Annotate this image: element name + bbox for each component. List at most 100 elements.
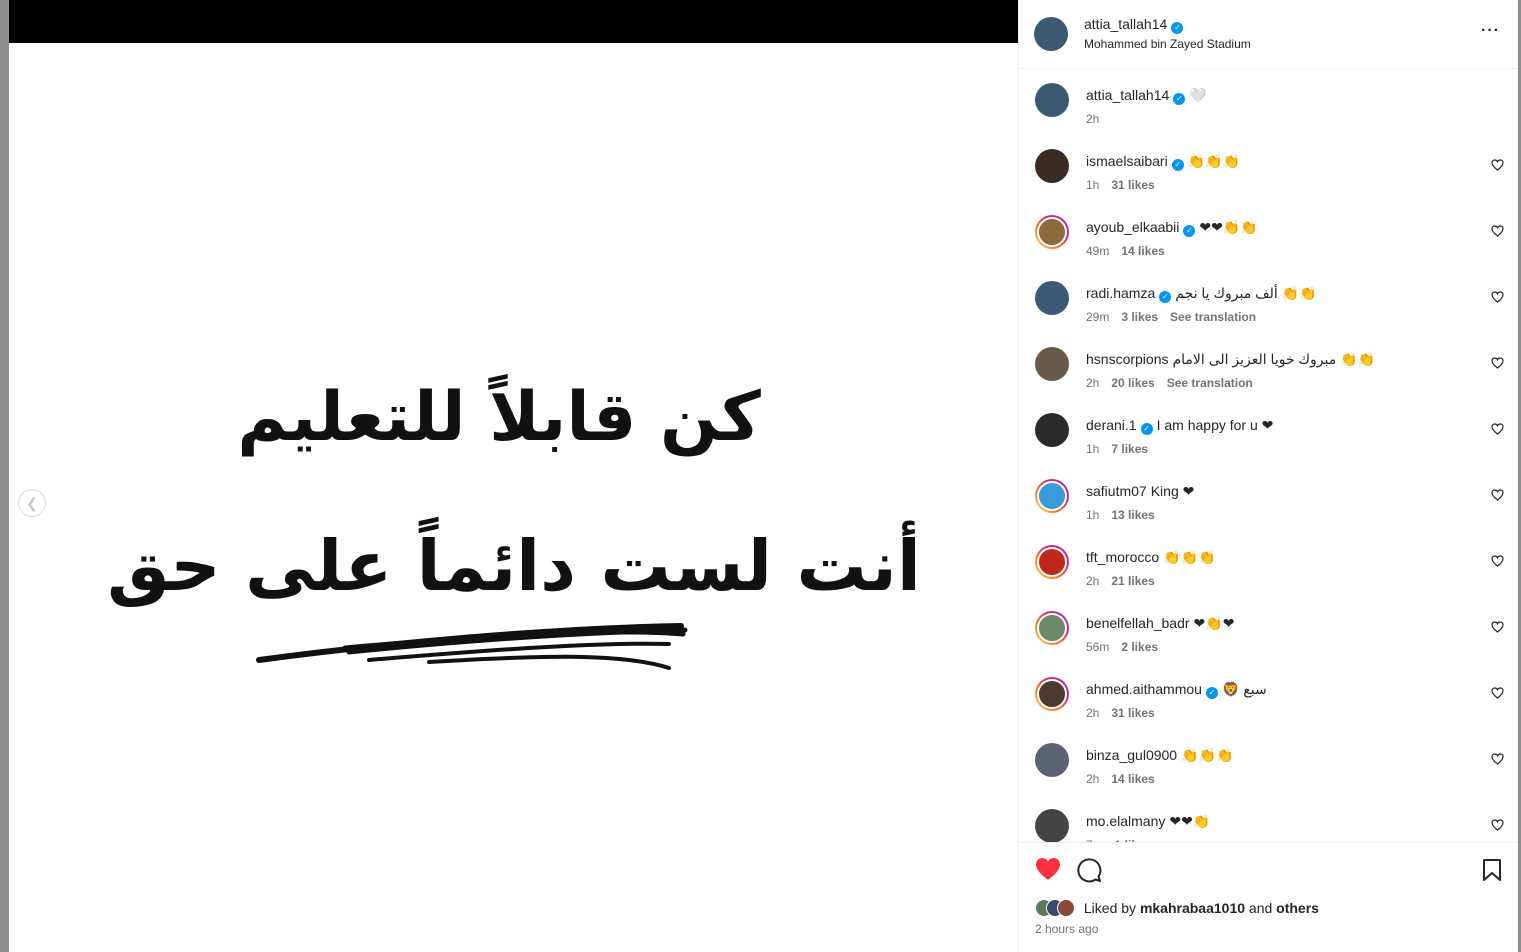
comment-row: ayoub_elkaabii ✓ ❤❤👏👏 49m 14 likes xyxy=(1019,201,1519,267)
comment-like-button[interactable] xyxy=(1491,423,1504,438)
comment-time[interactable]: 1h xyxy=(1086,178,1099,192)
comment-like-button[interactable] xyxy=(1491,687,1504,702)
comment-text: 👏👏👏 xyxy=(1181,747,1234,763)
backdrop-left xyxy=(0,0,9,952)
comment-text: ألف مبروك يا نجم 👏👏 xyxy=(1175,285,1317,301)
author-username-text[interactable]: attia_tallah14 xyxy=(1084,16,1167,32)
comment-like-button[interactable] xyxy=(1491,621,1504,636)
commenter-username[interactable]: ahmed.aithammou xyxy=(1086,681,1202,697)
commenter-avatar[interactable] xyxy=(1035,809,1069,842)
verified-badge-icon: ✓ xyxy=(1171,159,1184,171)
commenter-username[interactable]: hsnscorpions xyxy=(1086,351,1169,367)
comment-time[interactable]: 2h xyxy=(1086,706,1099,720)
caption-username[interactable]: attia_tallah14 xyxy=(1086,87,1169,103)
comment-row: radi.hamza ✓ ألف مبروك يا نجم 👏👏 29m 3 likes… xyxy=(1019,267,1519,333)
commenter-username[interactable]: radi.hamza xyxy=(1086,285,1155,301)
post-side-panel: attia_tallah14 ✓ Mohammed bin Zayed Stadi… xyxy=(1018,0,1519,952)
comment-text: I am happy for u ❤ xyxy=(1156,417,1274,433)
comment-text: 👏👏👏 xyxy=(1163,549,1216,565)
comment-likes[interactable]: 31 likes xyxy=(1111,178,1154,192)
comment-likes[interactable]: 14 likes xyxy=(1121,244,1164,258)
comment-likes[interactable]: 14 likes xyxy=(1111,772,1154,786)
comment-like-button[interactable] xyxy=(1491,753,1504,768)
more-options-button[interactable]: ··· xyxy=(1481,22,1500,40)
post-timestamp[interactable]: 2 hours ago xyxy=(1035,922,1098,936)
comment-likes[interactable]: 2 likes xyxy=(1121,640,1158,654)
verified-badge-icon: ✓ xyxy=(1140,423,1153,435)
liked-by-username[interactable]: mkahrabaa1010 xyxy=(1140,900,1245,916)
comment-time[interactable]: 1h xyxy=(1086,508,1099,522)
verified-badge-icon: ✓ xyxy=(1183,225,1196,237)
comment-like-button[interactable] xyxy=(1491,819,1504,834)
commenter-avatar[interactable] xyxy=(1035,545,1069,579)
image-text-line1: كن قابلاً للتعليم xyxy=(237,373,761,457)
caption-avatar[interactable] xyxy=(1035,83,1069,117)
commenter-username[interactable]: ismaelsaibari xyxy=(1086,153,1168,169)
commenter-username[interactable]: tft_morocco xyxy=(1086,549,1159,565)
comment-time[interactable]: 1h xyxy=(1086,442,1099,456)
commenter-avatar[interactable] xyxy=(1035,413,1069,447)
verified-badge-icon: ✓ xyxy=(1159,291,1172,303)
comment-like-button[interactable] xyxy=(1491,489,1504,504)
post-modal: كن قابلاً للتعليم أنت لست دائماً على حق … xyxy=(0,0,1521,952)
underline-scribble xyxy=(256,623,688,670)
comment-like-button[interactable] xyxy=(1491,291,1504,306)
comment-time[interactable]: 2h xyxy=(1086,376,1099,390)
comment-likes[interactable]: 7 likes xyxy=(1111,442,1148,456)
caption-time: 2h xyxy=(1086,112,1100,126)
comment-likes[interactable]: 20 likes xyxy=(1111,376,1154,390)
comment-like-button[interactable] xyxy=(1491,555,1504,570)
commenter-avatar[interactable] xyxy=(1035,677,1069,711)
see-translation-link[interactable]: See translation xyxy=(1167,376,1253,390)
liked-by-others-link[interactable]: others xyxy=(1276,900,1319,916)
comments-list: attia_tallah14 ✓ 🤍 2h ismaelsaibari ✓ 👏👏👏 1h 3… xyxy=(1019,69,1519,842)
liker-avatar xyxy=(1057,899,1075,918)
verified-badge-icon: ✓ xyxy=(1171,22,1184,34)
heart-outline-icon xyxy=(1491,357,1504,369)
save-button[interactable] xyxy=(1481,858,1503,887)
author-username[interactable]: attia_tallah14 ✓ xyxy=(1084,16,1184,34)
caption-row: attia_tallah14 ✓ 🤍 2h xyxy=(1019,69,1519,135)
comment-button[interactable] xyxy=(1076,857,1102,888)
caption-text: 🤍 xyxy=(1189,87,1207,103)
commenter-username[interactable]: safiutm07 xyxy=(1086,483,1147,499)
see-translation-link[interactable]: See translation xyxy=(1170,310,1256,324)
comment-text: 🦁 سبع xyxy=(1221,681,1267,697)
comment-time[interactable]: 2h xyxy=(1086,772,1099,786)
author-avatar[interactable] xyxy=(1034,17,1068,51)
like-button[interactable] xyxy=(1035,857,1061,886)
heart-outline-icon xyxy=(1491,753,1504,765)
liked-by-summary[interactable]: Liked by mkahrabaa1010 and others xyxy=(1035,899,1319,919)
comment-time[interactable]: 29m xyxy=(1086,310,1109,324)
commenter-avatar[interactable] xyxy=(1035,215,1069,249)
carousel-prev-button[interactable]: ❮ xyxy=(18,489,46,517)
comment-text: 👏👏👏 xyxy=(1187,153,1240,169)
comment-row: safiutm07 King ❤ 1h 13 likes xyxy=(1019,465,1519,531)
comment-like-button[interactable] xyxy=(1491,225,1504,240)
comment-likes[interactable]: 31 likes xyxy=(1111,706,1154,720)
comment-row: benelfellah_badr ❤👏❤ 56m 2 likes xyxy=(1019,597,1519,663)
comment-like-button[interactable] xyxy=(1491,159,1504,174)
comment-likes[interactable]: 3 likes xyxy=(1121,310,1158,324)
commenter-avatar[interactable] xyxy=(1035,347,1069,381)
comment-row: ahmed.aithammou ✓ 🦁 سبع 2h 31 likes xyxy=(1019,663,1519,729)
commenter-username[interactable]: ayoub_elkaabii xyxy=(1086,219,1179,235)
commenter-avatar[interactable] xyxy=(1035,611,1069,645)
comment-time[interactable]: 56m xyxy=(1086,640,1109,654)
commenter-username[interactable]: mo.elalmany xyxy=(1086,813,1165,829)
comment-time[interactable]: 49m xyxy=(1086,244,1109,258)
comment-time[interactable]: 2h xyxy=(1086,574,1099,588)
heart-filled-icon xyxy=(1036,858,1060,880)
commenter-avatar[interactable] xyxy=(1035,743,1069,777)
commenter-avatar[interactable] xyxy=(1035,479,1069,513)
comment-likes[interactable]: 13 likes xyxy=(1111,508,1154,522)
commenter-username[interactable]: binza_gul0900 xyxy=(1086,747,1177,763)
commenter-avatar[interactable] xyxy=(1035,149,1069,183)
commenter-avatar[interactable] xyxy=(1035,281,1069,315)
commenter-username[interactable]: benelfellah_badr xyxy=(1086,615,1190,631)
post-location[interactable]: Mohammed bin Zayed Stadium xyxy=(1084,37,1251,51)
heart-outline-icon xyxy=(1491,423,1504,435)
comment-like-button[interactable] xyxy=(1491,357,1504,372)
commenter-username[interactable]: derani.1 xyxy=(1086,417,1137,433)
comment-likes[interactable]: 21 likes xyxy=(1111,574,1154,588)
